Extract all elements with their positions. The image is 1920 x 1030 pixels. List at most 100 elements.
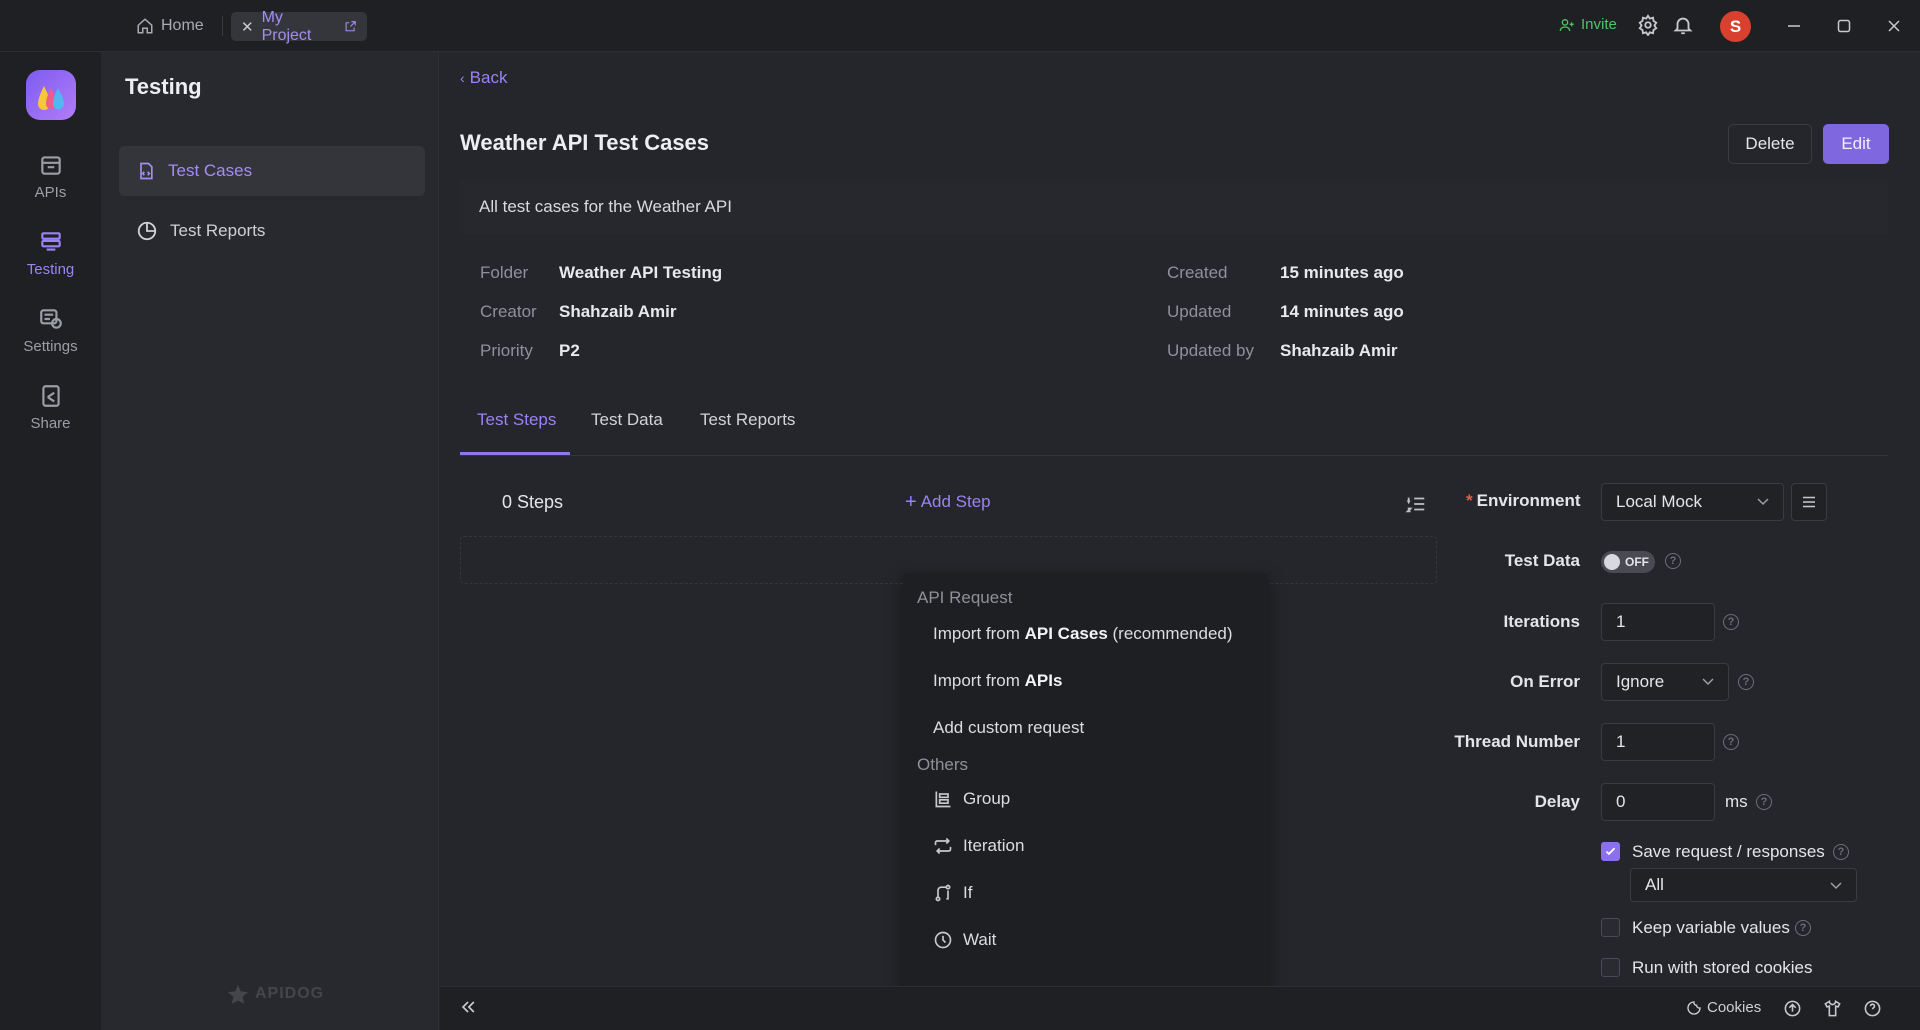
menu-item-group[interactable]: Group: [903, 778, 1268, 820]
chevron-down-icon: [1757, 498, 1769, 506]
gear-icon[interactable]: [1637, 14, 1661, 38]
chevron-left-icon: ‹: [460, 70, 465, 86]
rail-label-settings: Settings: [23, 338, 78, 355]
bell-icon[interactable]: [1672, 14, 1696, 38]
help-icon[interactable]: ?: [1738, 674, 1754, 690]
title-bar: Home ✕ My Project Invite S: [0, 0, 1920, 52]
avatar[interactable]: S: [1720, 11, 1751, 42]
add-step-menu: API Request Import from API Cases (recom…: [903, 573, 1268, 989]
add-step-label: Add Step: [920, 492, 991, 511]
clock-icon: [934, 931, 952, 949]
add-step-button[interactable]: + Add Step: [905, 492, 991, 512]
page-title: Weather API Test Cases: [460, 130, 710, 155]
thread-number-label: Thread Number: [1454, 732, 1580, 751]
test-data-toggle[interactable]: OFF: [1601, 551, 1655, 573]
menu-item-iteration[interactable]: Iteration: [903, 825, 1268, 867]
toggle-knob: [1604, 554, 1620, 570]
tab-test-data[interactable]: Test Data: [591, 408, 663, 456]
environment-select[interactable]: Local Mock: [1601, 483, 1784, 521]
test-reports-icon: [137, 221, 157, 241]
steps-count: 0 Steps: [502, 492, 564, 512]
minimize-icon[interactable]: [1780, 12, 1808, 40]
creator-value: Shahzaib Amir: [559, 302, 677, 321]
app-logo[interactable]: [26, 70, 76, 120]
menu-item-custom-request[interactable]: Add custom request: [903, 707, 1268, 749]
help-icon[interactable]: ?: [1795, 920, 1811, 936]
home-tab[interactable]: Home: [136, 14, 204, 38]
external-link-icon[interactable]: [344, 20, 357, 33]
folder-label: Folder: [480, 263, 529, 282]
menu-item-import-api-cases[interactable]: Import from API Cases (recommended): [903, 613, 1268, 655]
rail-item-settings[interactable]: Settings: [0, 306, 101, 355]
rail-label-testing: Testing: [26, 261, 75, 278]
thread-number-input[interactable]: 1: [1601, 723, 1715, 761]
environment-menu-icon[interactable]: [1791, 483, 1827, 521]
loop-icon: [934, 837, 952, 855]
help-icon[interactable]: ?: [1665, 553, 1681, 569]
help-icon[interactable]: ?: [1756, 794, 1772, 810]
sort-list-icon[interactable]: [1405, 493, 1429, 517]
rail-item-apis[interactable]: APIs: [0, 152, 101, 201]
brand-watermark: APIDOG: [227, 984, 324, 1004]
delay-unit: ms: [1725, 792, 1748, 811]
menu-item-label: If: [963, 883, 973, 902]
menu-item-import-apis[interactable]: Import from APIs: [903, 660, 1268, 702]
edit-button[interactable]: Edit: [1823, 124, 1889, 164]
menu-item-label: Import from APIs: [933, 671, 1063, 690]
help-icon[interactable]: ?: [1723, 734, 1739, 750]
help-circle-icon[interactable]: [1863, 999, 1882, 1018]
plus-icon: +: [905, 491, 917, 513]
save-requests-label: Save request / responses: [1632, 842, 1825, 861]
settings-icon: [39, 309, 62, 329]
save-requests-checkbox[interactable]: [1601, 842, 1620, 861]
menu-item-label: Wait: [963, 930, 997, 949]
on-error-select[interactable]: Ignore: [1601, 663, 1729, 701]
folder-value: Weather API Testing: [559, 263, 723, 282]
icon-rail: APIs Testing Settings Share: [0, 52, 101, 1030]
stored-cookies-checkbox[interactable]: [1601, 958, 1620, 977]
chevron-down-icon: [1830, 882, 1842, 890]
stored-cookies-label: Run with stored cookies: [1632, 958, 1813, 977]
save-scope-select[interactable]: All: [1630, 868, 1857, 902]
close-icon[interactable]: ✕: [241, 18, 254, 36]
menu-item-if[interactable]: If: [903, 872, 1268, 914]
back-link[interactable]: ‹ Back: [460, 68, 507, 88]
chevron-down-icon: [1702, 678, 1714, 686]
cookies-button[interactable]: Cookies: [1686, 999, 1761, 1016]
tab-test-reports[interactable]: Test Reports: [700, 408, 795, 456]
on-error-value: Ignore: [1616, 672, 1665, 691]
invite-button[interactable]: Invite: [1559, 16, 1617, 33]
rail-label-share: Share: [30, 415, 71, 432]
collapse-sidebar-icon[interactable]: [458, 997, 478, 1017]
sidebar-item-test-reports[interactable]: Test Reports: [119, 206, 425, 256]
sidebar-item-test-cases[interactable]: Test Cases: [119, 146, 425, 196]
delete-button[interactable]: Delete: [1728, 124, 1812, 164]
sidebar-item-label: Test Cases: [168, 161, 253, 180]
updated-by-value: Shahzaib Amir: [1280, 341, 1398, 360]
tab-test-steps[interactable]: Test Steps: [477, 408, 556, 456]
project-tab[interactable]: ✕ My Project: [231, 9, 367, 44]
keep-variables-checkbox[interactable]: [1601, 918, 1620, 937]
on-error-label: On Error: [1510, 672, 1580, 691]
checkmark-icon: [1605, 847, 1616, 856]
rail-item-testing[interactable]: Testing: [0, 229, 101, 278]
help-icon[interactable]: ?: [1833, 844, 1849, 860]
cookies-label: Cookies: [1707, 999, 1762, 1016]
maximize-icon[interactable]: [1830, 12, 1858, 40]
priority-label: Priority: [480, 341, 533, 360]
toggle-state: OFF: [1625, 555, 1649, 569]
upload-icon[interactable]: [1783, 999, 1802, 1018]
menu-item-wait[interactable]: Wait: [903, 919, 1268, 961]
shirt-icon[interactable]: [1823, 999, 1842, 1018]
brand-name: APIDOG: [255, 985, 325, 1002]
window-close-icon[interactable]: [1880, 12, 1908, 40]
menu-item-label: Import from API Cases (recommended): [933, 624, 1233, 643]
sidebar-title: Testing: [125, 74, 202, 99]
rail-item-share[interactable]: Share: [0, 383, 101, 432]
brand-logo-icon: [228, 984, 248, 1004]
iterations-input[interactable]: 1: [1601, 603, 1715, 641]
help-icon[interactable]: ?: [1723, 614, 1739, 630]
iterations-label: Iterations: [1503, 612, 1580, 631]
delay-input[interactable]: 0: [1601, 783, 1715, 821]
detail-tabs: Test Steps Test Data Test Reports: [460, 408, 1888, 456]
